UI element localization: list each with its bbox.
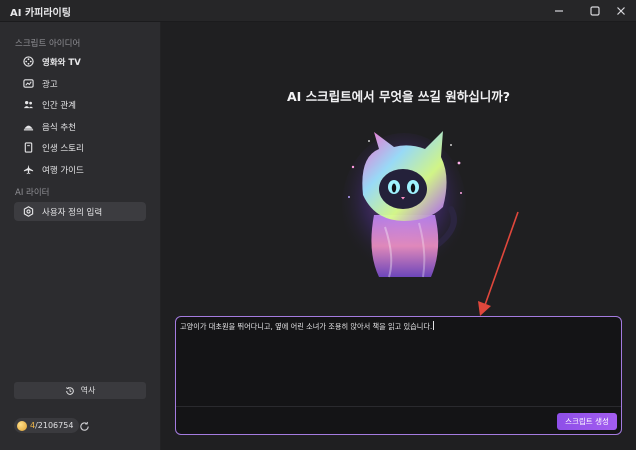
sidebar-item-life-story[interactable]: 인생 스토리: [14, 138, 146, 157]
book-icon: [22, 142, 34, 154]
history-button[interactable]: 역사: [14, 382, 146, 399]
prompt-input[interactable]: 고양이가 대초원을 뛰어다니고, 옆에 어린 소녀가 조용히 앉아서 책을 읽고…: [175, 316, 622, 435]
credits-badge: 4 /2106754: [14, 418, 80, 433]
credits-total: /2106754: [35, 421, 74, 430]
prompt-footer: 스크립트 생성: [176, 406, 621, 434]
history-label: 역사: [80, 386, 96, 395]
section-label-script-ideas: 스크립트 아이디어: [15, 39, 81, 49]
text-caret: [433, 321, 435, 330]
maximize-icon: [590, 6, 600, 16]
sidebar-item-relationships[interactable]: 인간 관계: [14, 95, 146, 114]
airplane-icon: [22, 164, 34, 176]
prompt-text[interactable]: 고양이가 대초원을 뛰어다니고, 옆에 어린 소녀가 조용히 앉아서 책을 읽고…: [180, 321, 435, 332]
sidebar-item-movies-tv[interactable]: 영화와 TV: [14, 52, 146, 71]
generate-script-button[interactable]: 스크립트 생성: [557, 413, 617, 430]
sidebar-item-label: 광고: [42, 79, 58, 90]
sidebar-item-label: 인간 관계: [42, 100, 76, 111]
sidebar-item-label: 영화와 TV: [42, 57, 81, 68]
close-button[interactable]: [610, 2, 632, 20]
sidebar-item-custom-input[interactable]: 사용자 정의 입력: [14, 202, 146, 221]
close-icon: [617, 7, 625, 15]
sidebar-item-label: 음식 추천: [42, 122, 76, 133]
app-title: AI 카피라이팅: [10, 8, 71, 19]
sidebar-item-travel[interactable]: 여행 가이드: [14, 160, 146, 179]
film-icon: [22, 56, 34, 68]
sidebar-item-label: 여행 가이드: [42, 165, 84, 176]
minimize-icon: [555, 10, 563, 12]
sidebar-item-label: 사용자 정의 입력: [42, 207, 103, 218]
gear-icon: [22, 206, 34, 218]
sidebar-item-ads[interactable]: 광고: [14, 74, 146, 93]
minimize-button[interactable]: [548, 2, 570, 20]
sidebar-item-label: 인생 스토리: [42, 143, 84, 154]
history-icon: [65, 386, 75, 396]
title-bar: AI 카피라이팅: [0, 0, 636, 22]
sidebar: 스크립트 아이디어 영화와 TV 광고 인간 관계 음식 추천 인생 스토리 여…: [0, 22, 161, 450]
refresh-button[interactable]: [78, 420, 90, 432]
sidebar-item-food[interactable]: 음식 추천: [14, 117, 146, 136]
coin-icon: [17, 420, 27, 431]
maximize-button[interactable]: [584, 2, 606, 20]
section-label-ai-writer: AI 라이터: [15, 188, 50, 198]
refresh-icon: [79, 421, 89, 431]
food-icon: [22, 121, 34, 133]
people-icon: [22, 99, 34, 111]
ad-icon: [22, 78, 34, 90]
